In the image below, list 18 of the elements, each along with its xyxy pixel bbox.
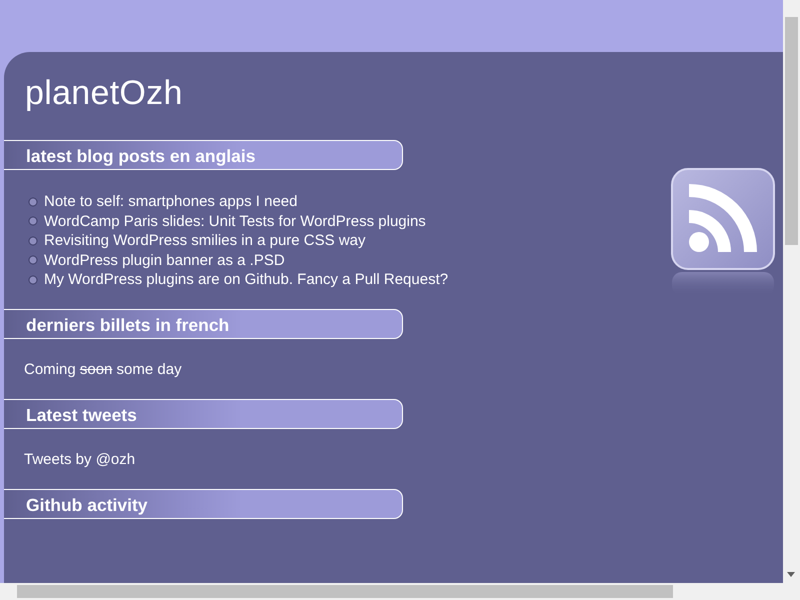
post-link[interactable]: Note to self: smartphones apps I need	[44, 193, 298, 210]
bullet-icon	[28, 196, 38, 207]
post-link[interactable]: My WordPress plugins are on Github. Fancy a Pull Request?	[44, 271, 448, 288]
section-heading: Github activity	[4, 488, 403, 518]
section-text: Coming soon some day	[23, 360, 183, 380]
post-link[interactable]: WordCamp Paris slides: Unit Tests for WordPress plugins	[44, 212, 426, 230]
section-heading: Latest tweets	[4, 398, 403, 428]
section-heading: derniers billets in french	[4, 308, 403, 338]
bullet-icon	[28, 255, 38, 266]
bullet-icon	[28, 236, 38, 246]
site-title[interactable]: planetOzh	[25, 72, 402, 140]
post-link[interactable]: WordPress plugin banner as a .PSD	[44, 252, 285, 269]
scroll-down-icon[interactable]	[787, 572, 795, 577]
section-heading: latest blog posts en anglais	[4, 140, 403, 170]
section-text: Tweets by @ozh	[23, 450, 136, 470]
bullet-icon	[28, 274, 38, 285]
bullet-icon	[28, 216, 38, 226]
post-link[interactable]: Revisiting WordPress smilies in a pure CSS way	[44, 232, 366, 250]
